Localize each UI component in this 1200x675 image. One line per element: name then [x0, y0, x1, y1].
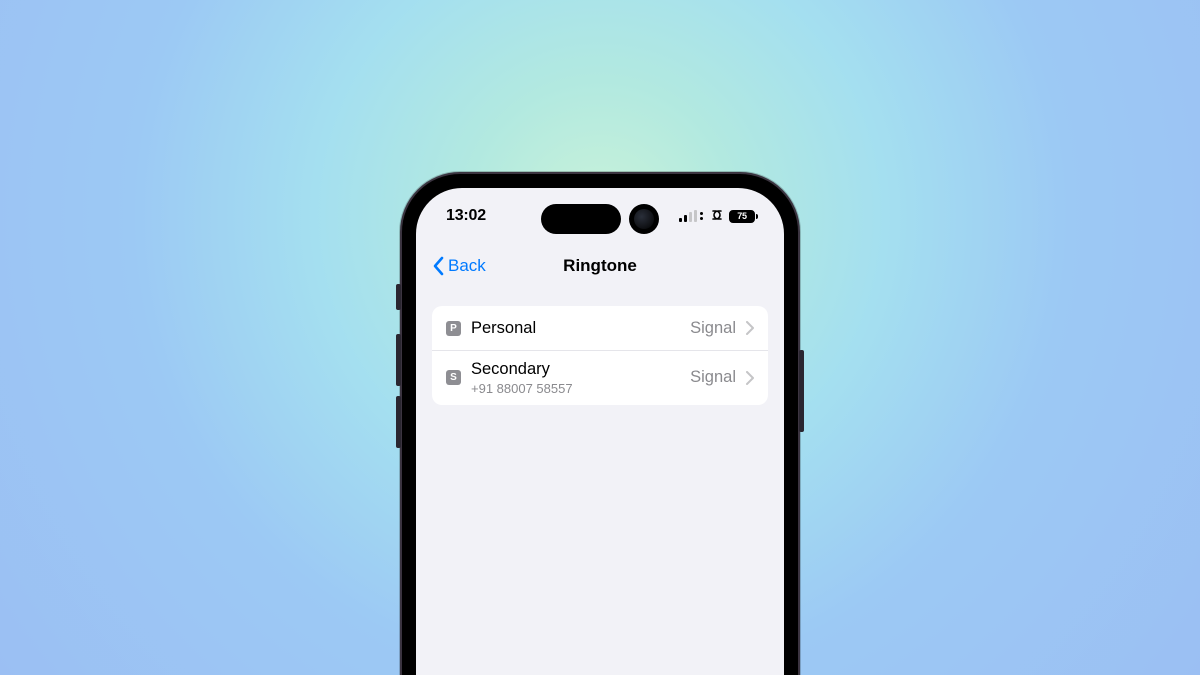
battery-indicator: 75 — [729, 210, 758, 223]
status-bar: 13:02 75 — [416, 188, 784, 244]
battery-level: 75 — [729, 210, 755, 223]
sim-name: Personal — [471, 318, 680, 339]
nav-bar: Back Ringtone — [416, 244, 784, 288]
page-title: Ringtone — [563, 256, 637, 276]
personal-hotspot-icon — [708, 210, 724, 222]
chevron-right-icon — [746, 371, 754, 385]
volume-up-button[interactable] — [396, 334, 401, 386]
ringtone-value: Signal — [690, 319, 736, 338]
screen: 13:02 75 — [416, 188, 784, 675]
status-indicators: 75 — [679, 210, 758, 223]
back-label: Back — [448, 256, 486, 276]
sim-badge-icon: S — [446, 370, 461, 385]
sim-name: Secondary — [471, 359, 680, 380]
power-button[interactable] — [799, 350, 804, 432]
status-time: 13:02 — [446, 207, 486, 225]
sim-row-secondary[interactable]: S Secondary +91 88007 58557 Signal — [432, 350, 768, 405]
volume-down-button[interactable] — [396, 396, 401, 448]
sim-badge-icon: P — [446, 321, 461, 336]
chevron-right-icon — [746, 321, 754, 335]
cellular-signal-icon — [679, 210, 697, 222]
silent-switch[interactable] — [396, 284, 401, 310]
phone-frame: 13:02 75 — [402, 174, 798, 675]
dual-sim-icon — [700, 212, 703, 220]
ringtone-value: Signal — [690, 368, 736, 387]
sim-ringtone-list: P Personal Signal S Secondary +91 88007 … — [432, 306, 768, 405]
sim-phone-number: +91 88007 58557 — [471, 381, 680, 397]
back-button[interactable]: Back — [424, 244, 494, 288]
chevron-left-icon — [432, 256, 444, 276]
sim-row-personal[interactable]: P Personal Signal — [432, 306, 768, 350]
